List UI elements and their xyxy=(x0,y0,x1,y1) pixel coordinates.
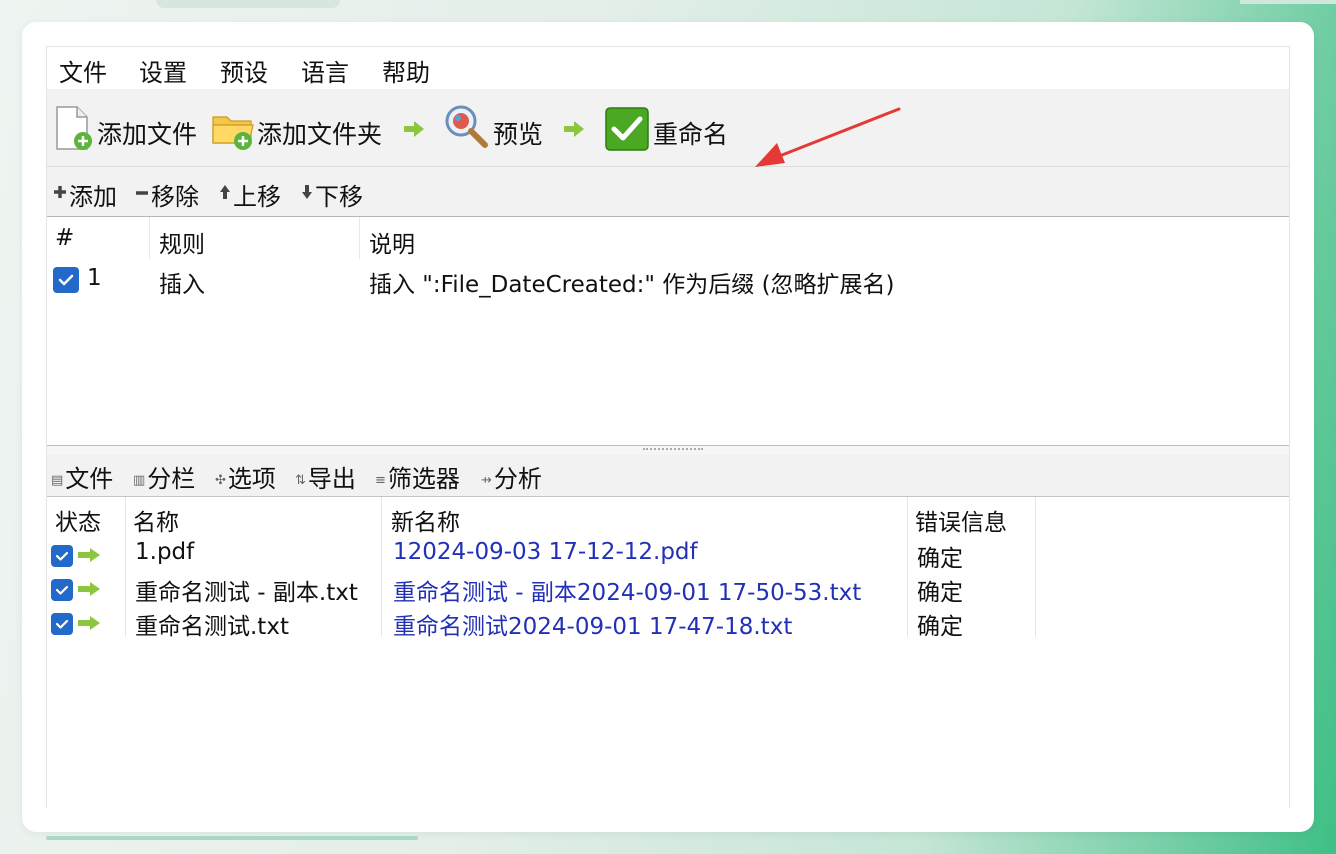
export-button[interactable]: ⇅导出 xyxy=(295,459,356,494)
remove-rule-label: 移除 xyxy=(151,183,199,211)
rule-desc: 插入 ":File_DateCreated:" 作为后缀 (忽略扩展名) xyxy=(369,272,895,298)
options-icon: ✣ xyxy=(215,472,226,488)
file-error: 确定 xyxy=(917,614,963,640)
rename-label: 重命名 xyxy=(653,120,729,149)
arrow-right-icon xyxy=(564,121,584,137)
file-checkbox[interactable] xyxy=(51,579,73,601)
filter-button[interactable]: ≡筛选器 xyxy=(375,459,460,494)
add-file-icon xyxy=(56,106,92,150)
scroll-indicator xyxy=(46,836,418,840)
arrow-up-icon xyxy=(220,185,230,199)
add-folder-icon xyxy=(212,116,254,150)
options-label: 选项 xyxy=(227,465,276,493)
filter-label: 筛选器 xyxy=(387,465,460,493)
arrow-right-icon xyxy=(404,121,424,137)
table-row[interactable]: 重命名测试 - 副本.txt 重命名测试 - 副本2024-09-01 17-5… xyxy=(47,573,1035,607)
file-new-name: 重命名测试 - 副本2024-09-01 17-50-53.txt xyxy=(393,580,862,606)
background-tab xyxy=(156,0,340,8)
files-header-status[interactable]: 状态 xyxy=(55,503,101,537)
menu-language[interactable]: 语言 xyxy=(301,53,349,88)
renamer-window: 文件 设置 预设 语言 帮助 添加文件 添加文件夹 预览 重命名 添加 移除 上… xyxy=(46,46,1290,809)
file-new-name: 重命名测试2024-09-01 17-47-18.txt xyxy=(393,614,793,640)
files-header-error[interactable]: 错误信息 xyxy=(915,503,1007,537)
column-divider xyxy=(359,217,360,259)
file-checkbox[interactable] xyxy=(51,613,73,635)
files-table: 状态 名称 新名称 错误信息 1.pdf 12024-09-03 17-12-1… xyxy=(47,497,1289,809)
arrow-right-icon xyxy=(78,616,100,630)
background-tab xyxy=(1240,0,1336,4)
rename-button[interactable]: 重命名 xyxy=(603,101,743,153)
rule-name: 插入 xyxy=(159,272,205,298)
file-name: 重命名测试 - 副本.txt xyxy=(135,580,358,606)
rule-checkbox[interactable] xyxy=(53,267,79,293)
files-icon: ▤ xyxy=(51,472,64,488)
arrow-right-icon xyxy=(78,582,100,596)
add-folder-label: 添加文件夹 xyxy=(257,120,383,149)
column-divider xyxy=(149,217,150,259)
file-error: 确定 xyxy=(917,546,963,572)
menu-presets[interactable]: 预设 xyxy=(220,53,268,88)
table-row[interactable]: 1 插入 插入 ":File_DateCreated:" 作为后缀 (忽略扩展名… xyxy=(47,263,1289,298)
menu-help[interactable]: 帮助 xyxy=(382,53,430,88)
analyze-button[interactable]: ⇸分析 xyxy=(481,459,542,494)
move-up-label: 上移 xyxy=(233,183,281,211)
rules-header-num[interactable]: # xyxy=(55,225,74,251)
table-row[interactable]: 重命名测试.txt 重命名测试2024-09-01 17-47-18.txt 确… xyxy=(47,607,1035,641)
add-files-label: 添加文件 xyxy=(97,120,198,149)
filter-icon: ≡ xyxy=(375,472,386,488)
file-error: 确定 xyxy=(917,580,963,606)
table-row[interactable]: 1.pdf 12024-09-03 17-12-12.pdf 确定 xyxy=(47,539,1035,573)
options-button[interactable]: ✣选项 xyxy=(215,459,276,494)
file-new-name: 12024-09-03 17-12-12.pdf xyxy=(393,539,698,565)
plus-icon xyxy=(54,186,66,198)
files-menu-button[interactable]: ▤文件 xyxy=(51,459,113,494)
analyze-label: 分析 xyxy=(493,465,542,493)
files-header-name[interactable]: 名称 xyxy=(133,503,179,537)
add-rule-button[interactable]: 添加 xyxy=(51,167,129,217)
magnifier-icon xyxy=(445,105,488,148)
move-down-button[interactable]: 下移 xyxy=(299,167,377,217)
annotation-arrow-icon xyxy=(755,107,901,167)
move-down-label: 下移 xyxy=(315,183,363,211)
rules-header-rule[interactable]: 规则 xyxy=(159,225,205,259)
analyze-icon: ⇸ xyxy=(481,472,492,488)
file-name: 重命名测试.txt xyxy=(135,614,289,640)
columns-icon: ▥ xyxy=(133,472,146,488)
splitter-grip xyxy=(643,448,703,453)
column-divider xyxy=(1035,497,1036,637)
columns-label: 分栏 xyxy=(147,465,196,493)
remove-rule-button[interactable]: 移除 xyxy=(133,167,211,217)
rule-num: 1 xyxy=(87,265,102,291)
rules-header-desc[interactable]: 说明 xyxy=(369,225,415,259)
arrow-down-icon xyxy=(302,185,312,199)
panel-splitter[interactable] xyxy=(47,445,1289,455)
file-name: 1.pdf xyxy=(135,539,195,565)
menu-file[interactable]: 文件 xyxy=(59,53,107,88)
menu-bar: 文件 设置 预设 语言 帮助 xyxy=(47,47,1289,89)
files-menu-label: 文件 xyxy=(65,465,114,493)
main-toolbar: 添加文件 添加文件夹 预览 重命名 xyxy=(47,89,1289,167)
preview-label: 预览 xyxy=(493,120,544,149)
add-rule-label: 添加 xyxy=(69,183,117,211)
check-icon xyxy=(605,107,649,151)
rules-toolbar: 添加 移除 上移 下移 xyxy=(47,167,1289,217)
files-toolbar: ▤文件 ▥分栏 ✣选项 ⇅导出 ≡筛选器 ⇸分析 xyxy=(47,455,1289,497)
add-folder-button[interactable]: 添加文件夹 xyxy=(207,101,387,153)
add-files-button[interactable]: 添加文件 xyxy=(51,101,201,153)
preview-button[interactable]: 预览 xyxy=(443,101,553,153)
files-header-new-name[interactable]: 新名称 xyxy=(391,503,460,537)
rules-table: # 规则 说明 1 插入 插入 ":File_DateCreated:" 作为后… xyxy=(47,217,1289,445)
export-label: 导出 xyxy=(307,465,356,493)
export-icon: ⇅ xyxy=(295,472,306,488)
file-checkbox[interactable] xyxy=(51,545,73,567)
columns-button[interactable]: ▥分栏 xyxy=(133,459,195,494)
arrow-right-icon xyxy=(78,548,100,562)
minus-icon xyxy=(136,191,148,195)
menu-settings[interactable]: 设置 xyxy=(139,53,187,88)
move-up-button[interactable]: 上移 xyxy=(217,167,295,217)
